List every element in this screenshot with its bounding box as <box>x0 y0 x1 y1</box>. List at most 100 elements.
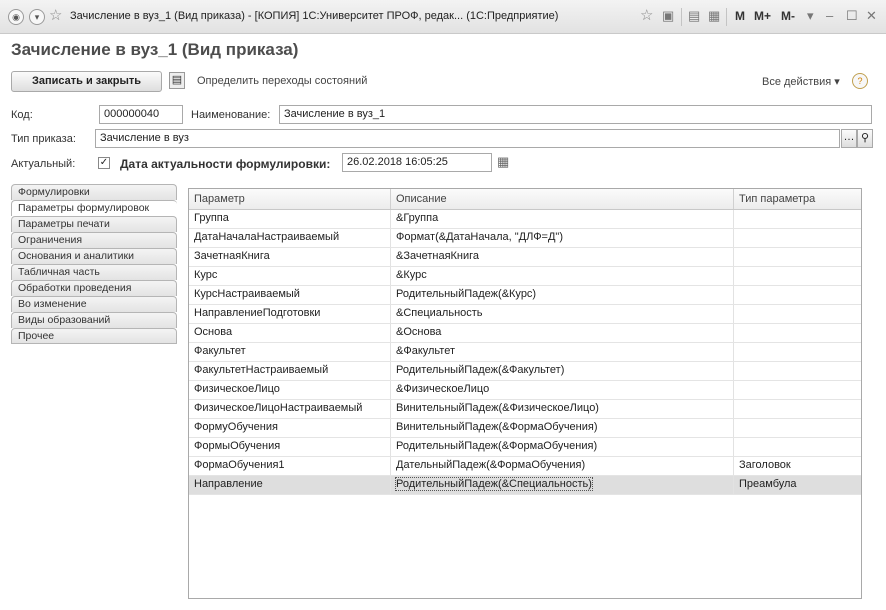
table-row[interactable]: Направление РодительныйПадеж(&Специальнос… <box>189 476 861 495</box>
cell-description[interactable]: ВинительныйПадеж(&ФизическоеЛицо) <box>391 400 734 418</box>
table-row[interactable]: ФормуОбучения ВинительныйПадеж(&ФормаОбуч… <box>189 419 861 438</box>
cell-parameter[interactable]: ФизическоеЛицоНастраиваемый <box>189 400 391 418</box>
tab-restrictions[interactable]: Ограничения <box>11 232 177 248</box>
cell-description[interactable]: ВинительныйПадеж(&ФормаОбучения) <box>391 419 734 437</box>
select-button[interactable]: … <box>841 129 857 148</box>
cell-description[interactable]: &Факультет <box>391 343 734 361</box>
cell-parameter[interactable]: НаправлениеПодготовки <box>189 305 391 323</box>
cell-parameter[interactable]: Направление <box>189 476 391 494</box>
cell-description[interactable]: ДательныйПадеж(&ФормаОбучения) <box>391 457 734 475</box>
cell-parameter[interactable]: ДатаНачалаНастраиваемый <box>189 229 391 247</box>
cell-parameter-type[interactable] <box>734 267 861 285</box>
cell-parameter-type[interactable] <box>734 229 861 247</box>
tab-posting-handlers[interactable]: Обработки проведения <box>11 280 177 296</box>
cell-parameter-type[interactable] <box>734 343 861 361</box>
close-icon[interactable]: ✕ <box>866 8 877 24</box>
cell-parameter[interactable]: ФормуОбучения <box>189 419 391 437</box>
cell-description[interactable]: &Группа <box>391 210 734 228</box>
cell-parameter[interactable]: КурсНастраиваемый <box>189 286 391 304</box>
table-row[interactable]: ДатаНачалаНастраиваемый Формат(&ДатаНачал… <box>189 229 861 248</box>
tab-print-parameters[interactable]: Параметры печати <box>11 216 177 232</box>
save-and-close-button[interactable]: Записать и закрыть <box>11 71 162 92</box>
cell-description[interactable]: &ЗачетнаяКнига <box>391 248 734 266</box>
favorite-star-icon[interactable]: ☆ <box>49 8 62 24</box>
tab-table-part[interactable]: Табличная часть <box>11 264 177 280</box>
tab-amendment[interactable]: Во изменение <box>11 296 177 312</box>
cell-parameter-type[interactable] <box>734 324 861 342</box>
cell-parameter[interactable]: ФормаОбучения1 <box>189 457 391 475</box>
cell-description[interactable]: Формат(&ДатаНачала, "ДЛФ=Д") <box>391 229 734 247</box>
table-row[interactable]: ФакультетНастраиваемый РодительныйПадеж(&… <box>189 362 861 381</box>
cell-parameter-type[interactable] <box>734 438 861 456</box>
date-actuality-field[interactable]: 26.02.2018 16:05:25 <box>342 153 492 172</box>
dropdown-menu-icon[interactable]: ▾ <box>29 9 45 25</box>
table-row[interactable]: ФормаОбучения1 ДательныйПадеж(&ФормаОбуче… <box>189 457 861 476</box>
cell-parameter-type[interactable] <box>734 248 861 266</box>
cell-description[interactable]: &Основа <box>391 324 734 342</box>
table-row[interactable]: ЗачетнаяКнига &ЗачетнаяКнига <box>189 248 861 267</box>
column-header-parameter-type[interactable]: Тип параметра <box>734 189 861 209</box>
cell-parameter[interactable]: ФормыОбучения <box>189 438 391 456</box>
memory-m-button[interactable]: M <box>735 9 745 23</box>
tab-other[interactable]: Прочее <box>11 328 177 344</box>
calculator-icon[interactable]: ▤ <box>688 8 700 24</box>
table-row[interactable]: Основа &Основа <box>189 324 861 343</box>
tab-education-types[interactable]: Виды образований <box>11 312 177 328</box>
table-row[interactable]: ФизическоеЛицо &ФизическоеЛицо <box>189 381 861 400</box>
app-menu-icon[interactable]: ◉ <box>8 9 24 25</box>
column-header-parameter[interactable]: Параметр <box>189 189 391 209</box>
table-row[interactable]: ФормыОбучения РодительныйПадеж(&ФормаОбуч… <box>189 438 861 457</box>
memory-mplus-button[interactable]: M+ <box>754 9 771 23</box>
minimize-icon[interactable]: – <box>826 8 833 24</box>
chevron-down-icon[interactable]: ▾ <box>807 8 814 24</box>
save-icon[interactable]: ▤ <box>169 72 185 89</box>
code-field[interactable]: 000000040 <box>99 105 183 124</box>
cell-parameter-type[interactable] <box>734 210 861 228</box>
cell-description[interactable]: РодительныйПадеж(&Факультет) <box>391 362 734 380</box>
cell-description[interactable]: РодительныйПадеж(&ФормаОбучения) <box>391 438 734 456</box>
order-type-field[interactable]: Зачисление в вуз <box>95 129 840 148</box>
table-row[interactable]: Группа &Группа <box>189 210 861 229</box>
cell-parameter[interactable]: Курс <box>189 267 391 285</box>
cell-description[interactable]: РодительныйПадеж(&Курс) <box>391 286 734 304</box>
calendar-icon[interactable]: ▦ <box>497 154 509 170</box>
table-row[interactable]: ФизическоеЛицоНастраиваемый ВинительныйПа… <box>189 400 861 419</box>
tab-wordings[interactable]: Формулировки <box>11 184 177 200</box>
define-transitions-button[interactable]: Определить переходы состояний <box>197 75 367 87</box>
cell-parameter[interactable]: ЗачетнаяКнига <box>189 248 391 266</box>
table-row[interactable]: НаправлениеПодготовки &Специальность <box>189 305 861 324</box>
actual-checkbox[interactable]: ✓ <box>98 157 110 169</box>
calendar-icon[interactable]: ▦ <box>708 8 720 24</box>
cell-parameter[interactable]: ФакультетНастраиваемый <box>189 362 391 380</box>
bookmark-icon[interactable]: ▣ <box>662 8 674 24</box>
open-search-icon[interactable]: ⚲ <box>857 129 873 148</box>
table-row[interactable]: КурсНастраиваемый РодительныйПадеж(&Курс) <box>189 286 861 305</box>
cell-parameter-type[interactable] <box>734 400 861 418</box>
table-row[interactable]: Факультет &Факультет <box>189 343 861 362</box>
column-header-description[interactable]: Описание <box>391 189 734 209</box>
cell-description[interactable]: &Курс <box>391 267 734 285</box>
cell-parameter-type[interactable]: Заголовок <box>734 457 861 475</box>
name-field[interactable]: Зачисление в вуз_1 <box>279 105 872 124</box>
cell-parameter-type[interactable] <box>734 362 861 380</box>
parameters-table[interactable]: Параметр Описание Тип параметра Группа &Г… <box>188 188 862 599</box>
cell-description[interactable]: &Специальность <box>391 305 734 323</box>
cell-description[interactable]: РодительныйПадеж(&Специальность) <box>391 476 734 494</box>
help-icon[interactable]: ? <box>852 73 868 89</box>
all-actions-menu[interactable]: Все действия ▾ <box>762 75 840 88</box>
cell-parameter[interactable]: Факультет <box>189 343 391 361</box>
cell-parameter-type[interactable]: Преамбула <box>734 476 861 494</box>
cell-parameter[interactable]: Группа <box>189 210 391 228</box>
tab-wording-parameters[interactable]: Параметры формулировок <box>11 200 177 216</box>
maximize-icon[interactable]: ☐ <box>846 8 858 24</box>
table-row[interactable]: Курс &Курс <box>189 267 861 286</box>
cell-description[interactable]: &ФизическоеЛицо <box>391 381 734 399</box>
favorite-add-icon[interactable]: ☆ <box>640 8 653 24</box>
cell-parameter-type[interactable] <box>734 419 861 437</box>
memory-mminus-button[interactable]: M- <box>781 9 795 23</box>
cell-parameter[interactable]: ФизическоеЛицо <box>189 381 391 399</box>
cell-parameter-type[interactable] <box>734 381 861 399</box>
cell-parameter-type[interactable] <box>734 305 861 323</box>
cell-parameter[interactable]: Основа <box>189 324 391 342</box>
cell-parameter-type[interactable] <box>734 286 861 304</box>
